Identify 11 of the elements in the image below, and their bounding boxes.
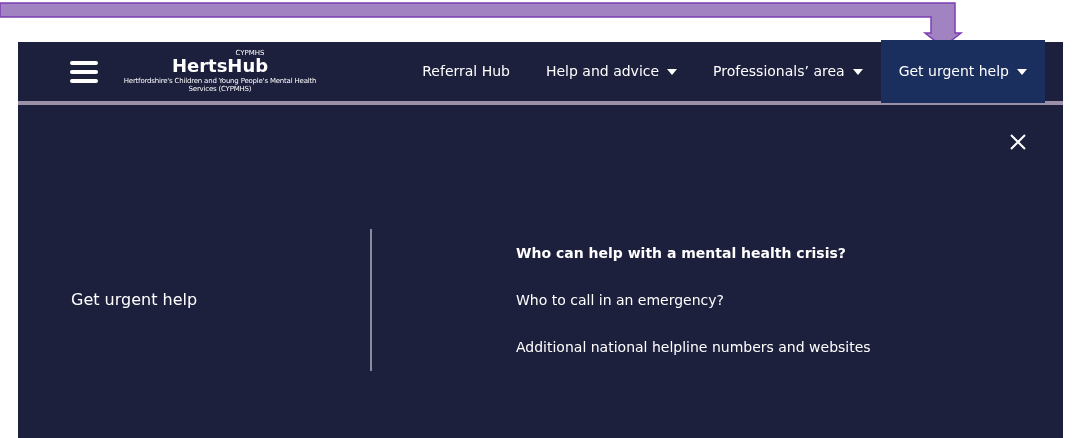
nav-item[interactable]: Professionals’ area: [695, 40, 881, 103]
nav-item[interactable]: Help and advice: [527, 40, 696, 103]
nav-item[interactable]: Referral Hub: [404, 40, 528, 103]
menu-title: Get urgent help: [71, 289, 198, 311]
nav-item[interactable]: Get urgent help: [880, 40, 1045, 103]
logo-name[interactable]: HertsHub: [120, 56, 320, 75]
menu-link[interactable]: Who to call in an emergency?: [516, 289, 871, 311]
menu-icon[interactable]: [70, 60, 98, 83]
menu-link[interactable]: Who can help with a mental health crisis?: [516, 242, 871, 264]
menu-link[interactable]: Additional national helpline numbers and websites: [516, 336, 871, 358]
close-icon[interactable]: [1010, 134, 1026, 150]
